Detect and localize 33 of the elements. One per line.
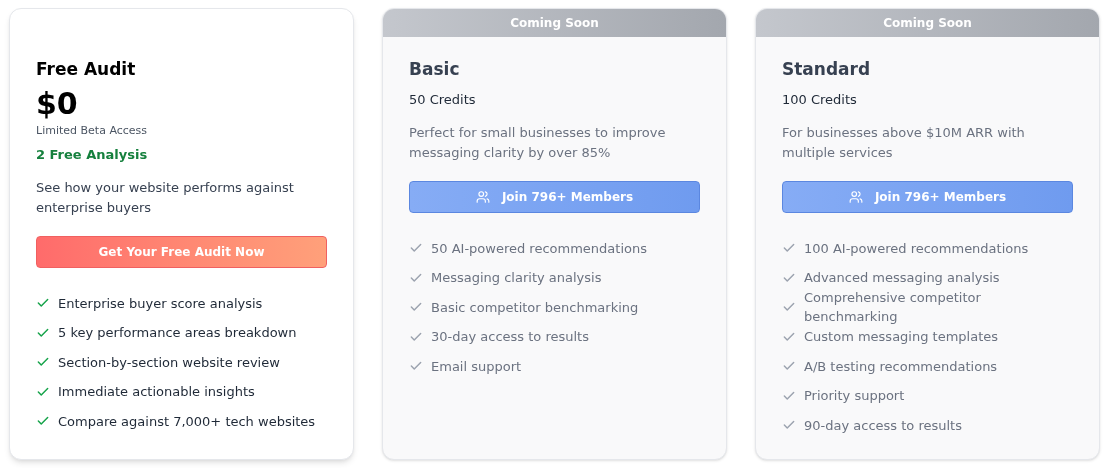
users-icon [475, 190, 490, 204]
plan-title: Basic [409, 58, 461, 81]
feature-text: Advanced messaging analysis [804, 269, 1000, 287]
feature-text: Email support [431, 357, 522, 376]
feature-text: Comprehensive competitor benchmarking [804, 288, 982, 327]
free-count: 2 Free Analysis [36, 146, 149, 164]
feature-text: Messaging clarity analysis [431, 269, 602, 287]
price: $0 [36, 87, 79, 121]
feature-text: 100 AI-powered recommendations [804, 239, 1029, 258]
feature-text: 50 AI-powered recommendations [431, 239, 647, 258]
feature-text: Custom messaging templates [804, 328, 999, 346]
credits: 50 Credits [409, 91, 477, 109]
feature-text: 90-day access to results [804, 416, 962, 435]
feature-text: Compare against 7,000+ tech websites [58, 412, 316, 431]
plan-title: Standard [782, 58, 872, 81]
plan-description: For businesses above $10M ARR with multiple services [782, 124, 1026, 162]
users-icon [848, 190, 863, 204]
plan-description: Perfect for small businesses to improve messaging clarity by over 85% [409, 124, 667, 162]
feature-text: Priority support [804, 387, 905, 405]
credits: 100 Credits [782, 91, 858, 109]
coming-soon-banner: Coming Soon [383, 9, 726, 37]
feature-text: Basic competitor benchmarking [431, 298, 639, 317]
feature-text: A/B testing recommendations [804, 357, 998, 376]
feature-text: Immediate actionable insights [58, 383, 255, 401]
feature-text: Section-by-section website review [58, 353, 280, 372]
access-note: Limited Beta Access [36, 123, 149, 139]
plan-description: See how your website performs against enterprise buyers [36, 179, 295, 217]
feature-text: 30-day access to results [431, 328, 589, 346]
feature-text: Enterprise buyer score analysis [58, 294, 263, 313]
plan-title: Free Audit [36, 58, 137, 81]
coming-soon-banner: Coming Soon [756, 9, 1099, 37]
feature-text: 5 key performance areas breakdown [58, 324, 297, 342]
free-audit-button[interactable]: Get Your Free Audit Now [36, 236, 327, 268]
